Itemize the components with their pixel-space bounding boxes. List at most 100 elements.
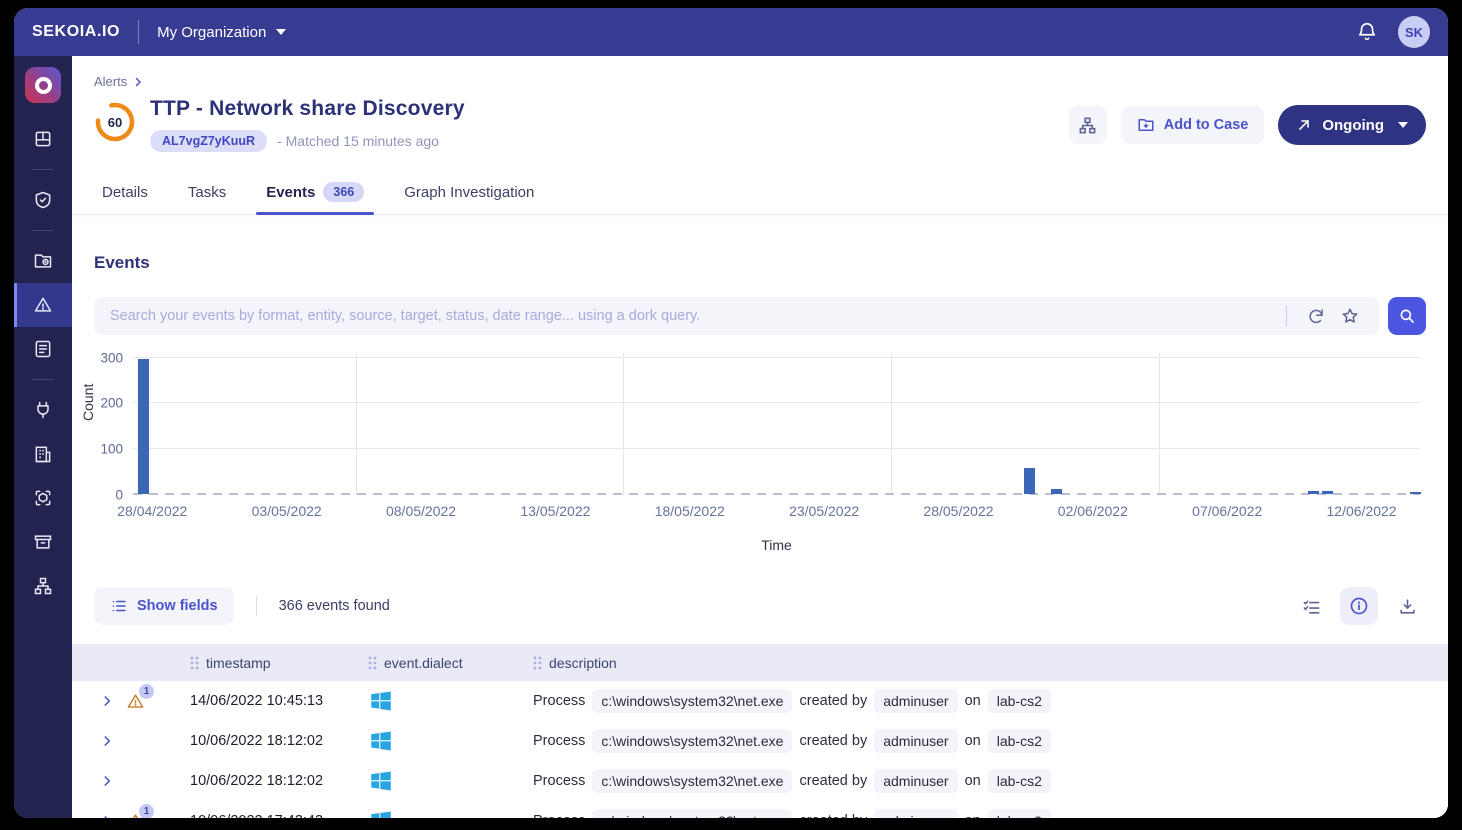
description-value-chip[interactable]: c:\windows\system32\net.exe xyxy=(592,769,792,793)
sidebar-item-community[interactable] xyxy=(14,432,72,476)
chart-gridline-vertical xyxy=(623,353,624,495)
chevron-down-icon[interactable] xyxy=(1398,122,1408,128)
warning-count-badge: 1 xyxy=(139,804,154,819)
column-header-description[interactable]: description xyxy=(533,655,617,671)
user-avatar[interactable]: SK xyxy=(1398,16,1430,48)
table-row[interactable]: 1 14/06/2022 10:45:13 Process c:\windows\… xyxy=(72,681,1448,721)
sidebar-item-topology[interactable] xyxy=(14,564,72,608)
event-description: Processc:\windows\system32\net.execreate… xyxy=(533,809,1051,818)
sidebar-item-security[interactable] xyxy=(14,178,72,222)
expand-row-chevron-icon[interactable] xyxy=(100,814,114,818)
sidebar-item-intakes[interactable] xyxy=(14,388,72,432)
description-value-chip[interactable]: lab-cs2 xyxy=(988,769,1051,793)
chart-bar[interactable] xyxy=(138,359,149,494)
sidebar-item-reports[interactable] xyxy=(14,327,72,371)
description-text: on xyxy=(965,773,981,789)
tab-tasks[interactable]: Tasks xyxy=(186,174,228,214)
event-timestamp: 10/06/2022 18:12:02 xyxy=(190,773,323,789)
tab-graph-investigation[interactable]: Graph Investigation xyxy=(402,174,536,214)
status-button[interactable]: Ongoing xyxy=(1278,105,1426,145)
sidebar-item-monitoring[interactable] xyxy=(14,239,72,283)
event-timestamp: 14/06/2022 10:45:13 xyxy=(190,693,323,709)
chart-gridline-horizontal xyxy=(133,357,1420,358)
search-icon xyxy=(1398,307,1416,325)
x-axis-tick: 28/05/2022 xyxy=(923,503,993,519)
info-icon xyxy=(1349,596,1369,616)
table-row[interactable]: 10/06/2022 18:12:02 Processc:\windows\sy… xyxy=(72,721,1448,761)
organization-selector[interactable]: My Organization xyxy=(157,24,286,41)
description-value-chip[interactable]: lab-cs2 xyxy=(988,729,1051,753)
column-settings-button[interactable] xyxy=(1292,587,1330,625)
table-row[interactable]: 1 10/06/2022 17:43:43 Processc:\windows\… xyxy=(72,801,1448,818)
breadcrumb-alerts-link[interactable]: Alerts xyxy=(94,74,127,89)
chart-bar[interactable] xyxy=(1308,491,1319,494)
tab-events[interactable]: Events 366 xyxy=(264,174,366,214)
alert-id-badge[interactable]: AL7vgZ7yKuuR xyxy=(150,130,267,152)
sekoia-logo-icon[interactable] xyxy=(25,67,61,103)
expand-row-chevron-icon[interactable] xyxy=(100,774,114,788)
alert-score-badge: 60 xyxy=(94,101,136,143)
chevron-right-icon xyxy=(132,76,144,88)
chart-bar[interactable] xyxy=(1024,468,1035,494)
expand-row-chevron-icon[interactable] xyxy=(100,734,114,748)
description-value-chip[interactable]: c:\windows\system32\net.exe xyxy=(592,689,792,713)
column-header-event-dialect[interactable]: event.dialect xyxy=(368,655,463,671)
warning-indicator[interactable]: 1 xyxy=(126,812,145,819)
drag-handle-icon[interactable] xyxy=(533,656,542,670)
show-fields-button[interactable]: Show fields xyxy=(94,587,234,625)
description-value-chip[interactable]: c:\windows\system32\net.exe xyxy=(592,729,792,753)
tab-details[interactable]: Details xyxy=(100,174,150,214)
table-row[interactable]: 10/06/2022 18:12:02 Processc:\windows\sy… xyxy=(72,761,1448,801)
chart-baseline xyxy=(133,493,1420,495)
chart-bar[interactable] xyxy=(1051,489,1062,494)
drag-handle-icon[interactable] xyxy=(368,656,377,670)
search-button[interactable] xyxy=(1388,297,1426,335)
sidebar-divider xyxy=(32,379,54,380)
add-to-case-button[interactable]: Add to Case xyxy=(1121,106,1265,144)
warning-indicator[interactable]: 1 xyxy=(126,692,145,711)
events-search-input[interactable] xyxy=(110,308,1274,324)
description-text: Process xyxy=(533,813,585,818)
info-toggle-button[interactable] xyxy=(1340,587,1378,625)
expand-row-chevron-icon[interactable] xyxy=(100,694,114,708)
notification-bell-icon[interactable] xyxy=(1356,21,1378,43)
description-value-chip[interactable]: adminuser xyxy=(874,809,957,818)
description-value-chip[interactable]: adminuser xyxy=(874,689,957,713)
sidebar-item-alerts[interactable] xyxy=(14,283,72,327)
description-value-chip[interactable]: lab-cs2 xyxy=(988,809,1051,818)
sidebar-divider xyxy=(32,169,54,170)
x-axis-tick: 18/05/2022 xyxy=(655,503,725,519)
arrow-up-right-icon xyxy=(1296,117,1312,133)
description-value-chip[interactable]: c:\windows\system32\net.exe xyxy=(592,809,792,818)
windows-logo-icon xyxy=(368,808,394,818)
description-text: Process xyxy=(533,693,585,709)
description-value-chip[interactable]: adminuser xyxy=(874,769,957,793)
x-axis-tick: 28/04/2022 xyxy=(117,503,187,519)
sidebar-item-archive[interactable] xyxy=(14,520,72,564)
description-value-chip[interactable]: adminuser xyxy=(874,729,957,753)
drag-handle-icon[interactable] xyxy=(190,656,199,670)
column-header-timestamp[interactable]: timestamp xyxy=(190,655,271,671)
refresh-icon[interactable] xyxy=(1307,307,1325,325)
chart-plot-area[interactable]: 0100200300 xyxy=(133,353,1420,495)
y-axis-tick: 0 xyxy=(115,488,123,503)
chart-bar[interactable] xyxy=(1322,491,1333,494)
chart-gridline-vertical xyxy=(1159,353,1160,495)
description-value-chip[interactable]: lab-cs2 xyxy=(988,689,1051,713)
brand-logo: SEKOIA.IO xyxy=(32,23,120,41)
chart-gridline-horizontal xyxy=(133,448,1420,449)
graph-view-button[interactable] xyxy=(1069,106,1107,144)
plug-icon xyxy=(33,400,53,420)
chart-bar[interactable] xyxy=(1410,492,1421,494)
sidebar-item-detection[interactable] xyxy=(14,476,72,520)
windows-logo-icon xyxy=(368,688,394,714)
toolbar-divider xyxy=(256,596,257,616)
sidebar-item-dashboards[interactable] xyxy=(14,117,72,161)
download-icon xyxy=(1398,597,1417,616)
star-favorite-icon[interactable] xyxy=(1341,307,1359,325)
event-description: Processc:\windows\system32\net.execreate… xyxy=(533,729,1051,753)
x-axis-ticks: 28/04/202203/05/202208/05/202213/05/2022… xyxy=(133,503,1420,529)
status-label: Ongoing xyxy=(1322,117,1384,134)
download-button[interactable] xyxy=(1388,587,1426,625)
y-axis-tick: 200 xyxy=(100,396,123,411)
